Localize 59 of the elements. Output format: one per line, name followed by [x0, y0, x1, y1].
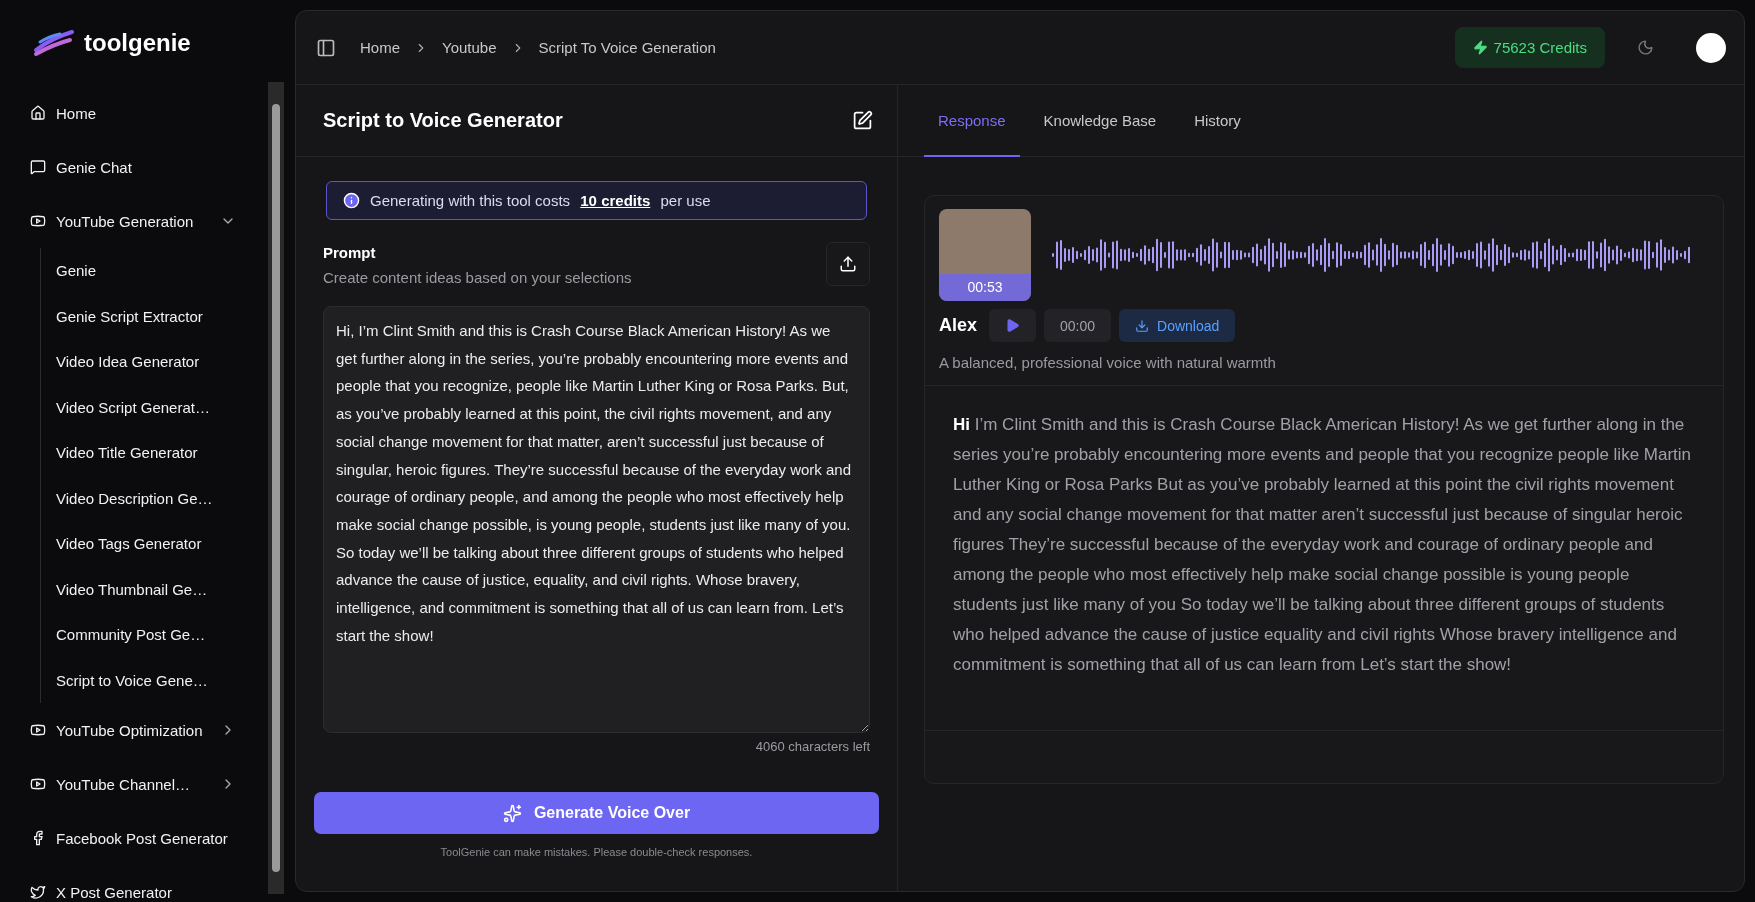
- sidebar-subitem[interactable]: Video Tags Generator: [56, 521, 236, 567]
- breadcrumb-link[interactable]: Home: [360, 39, 400, 56]
- logo-icon: [32, 28, 76, 58]
- time-readout: 00:00: [1044, 309, 1112, 342]
- avatar[interactable]: [1696, 32, 1726, 63]
- nav-icon: [30, 159, 46, 175]
- sidebar-subitem[interactable]: Video Thumbnail Ge…: [56, 566, 236, 612]
- sidebar-subitem[interactable]: Script to Voice Gene…: [56, 657, 236, 703]
- sidebar-toggle-icon[interactable]: [316, 37, 336, 58]
- nav-icon: [30, 884, 46, 900]
- nav-icon: [30, 776, 46, 792]
- nav-icon: [30, 105, 46, 121]
- tab[interactable]: History: [1180, 85, 1255, 157]
- transcript-text: Hi I’m Clint Smith and this is Crash Course Black American History! As we get further along in the series you’re probably encountering more events and people that you recognize people like Martin Luther King or Rosa Parks But as you’ve probably learned at this point the civil rights movement and any social change movement for that matter aren’t successful just because of singular heroic figures They’re successful because of the everyday work and courage of ordinary people and among the people who most effectively help make social change possible is young people students just like many of you So today we’ll be talking about three different groups of students who helped advance the cause of justice equality and civil rights Whose bravery intelligence and commitment is something that all of us can learn from Let’s start the show!: [925, 385, 1723, 731]
- nav-icon: [30, 213, 46, 229]
- prompt-hint: Create content ideas based on your selections: [323, 269, 632, 286]
- sidebar-item[interactable]: Genie Chat: [30, 140, 236, 194]
- voice-name: Alex: [939, 315, 978, 336]
- tab[interactable]: Response: [924, 85, 1020, 157]
- scrollbar[interactable]: [268, 82, 284, 894]
- sidebar-subitem[interactable]: Video Idea Generator: [56, 339, 236, 385]
- edit-icon[interactable]: [852, 110, 873, 131]
- sidebar-item[interactable]: YouTube Generation: [30, 194, 236, 248]
- credits-badge[interactable]: 75623 Credits: [1454, 27, 1605, 68]
- character-counter: 4060 characters left: [755, 739, 870, 754]
- sidebar-item[interactable]: Home: [30, 86, 236, 140]
- logo-text: toolgenie: [84, 29, 191, 57]
- generate-button[interactable]: Generate Voice Over: [314, 792, 879, 834]
- moon-icon[interactable]: [1637, 39, 1654, 56]
- breadcrumb-link[interactable]: Youtube: [442, 39, 497, 56]
- sidebar-subitem[interactable]: Genie Script Extractor: [56, 293, 236, 339]
- sidebar-item[interactable]: X Post Generator: [30, 865, 236, 902]
- sparkles-icon: [502, 803, 522, 823]
- breadcrumb-link[interactable]: Script To Voice Generation: [538, 39, 716, 56]
- upload-icon: [839, 255, 857, 273]
- cost-notice-text: Generating with this tool costs 10 credits per use: [370, 192, 711, 209]
- voice-description: A balanced, professional voice with natural warmth: [939, 354, 1277, 371]
- play-button[interactable]: [989, 309, 1037, 342]
- sidebar-item[interactable]: Facebook Post Generator: [30, 811, 236, 865]
- sidebar-subitem[interactable]: Video Script Generat…: [56, 384, 236, 430]
- tool-title: Script to Voice Generator: [323, 109, 563, 132]
- sidebar-item[interactable]: YouTube Channel…: [30, 757, 236, 811]
- sidebar-item[interactable]: YouTube Optimization: [30, 703, 236, 757]
- disclaimer-text: ToolGenie can make mistakes. Please double-check responses.: [439, 846, 754, 858]
- prompt-field[interactable]: Hi, I’m Clint Smith and this is Crash Course Black American History! As we get further along in the series, you’re probably encountering more events and people that you recognize, people like Martin Luther King or Rosa Parks. But, as you’ve probably learned at this point, the civil rights movement, and any social change movement for that matter, aren’t successful just because of singular, heroic figures. They’re successful because of the everyday work and courage of ordinary people, and among the people who most effectively help make social change possible, is young people, students just like many of you. So today we’ll be talking about three different groups of students who helped advance the cause of justice, equality, and civil rights. Whose bravery, intelligence, and commitment is something that all of us can learn from. Let’s start the show!: [323, 306, 870, 733]
- sidebar-subitem[interactable]: Video Title Generator: [56, 430, 236, 476]
- play-icon: [1005, 318, 1021, 333]
- download-icon: [1135, 318, 1150, 333]
- tab[interactable]: Knowledge Base: [1029, 85, 1171, 157]
- duration-label: 00:53: [939, 274, 1031, 301]
- nav-icon: [30, 722, 46, 738]
- download-button[interactable]: Download: [1119, 309, 1236, 342]
- sidebar-subitem[interactable]: Community Post Ge…: [56, 612, 236, 658]
- prompt-label: Prompt: [323, 244, 377, 261]
- sidebar-subitem[interactable]: Video Description Ge…: [56, 475, 236, 521]
- sidebar-subitem[interactable]: Genie: [56, 248, 236, 294]
- credits-link[interactable]: 10 credits: [580, 192, 651, 209]
- upload-button[interactable]: [826, 242, 870, 286]
- info-icon: [343, 192, 360, 209]
